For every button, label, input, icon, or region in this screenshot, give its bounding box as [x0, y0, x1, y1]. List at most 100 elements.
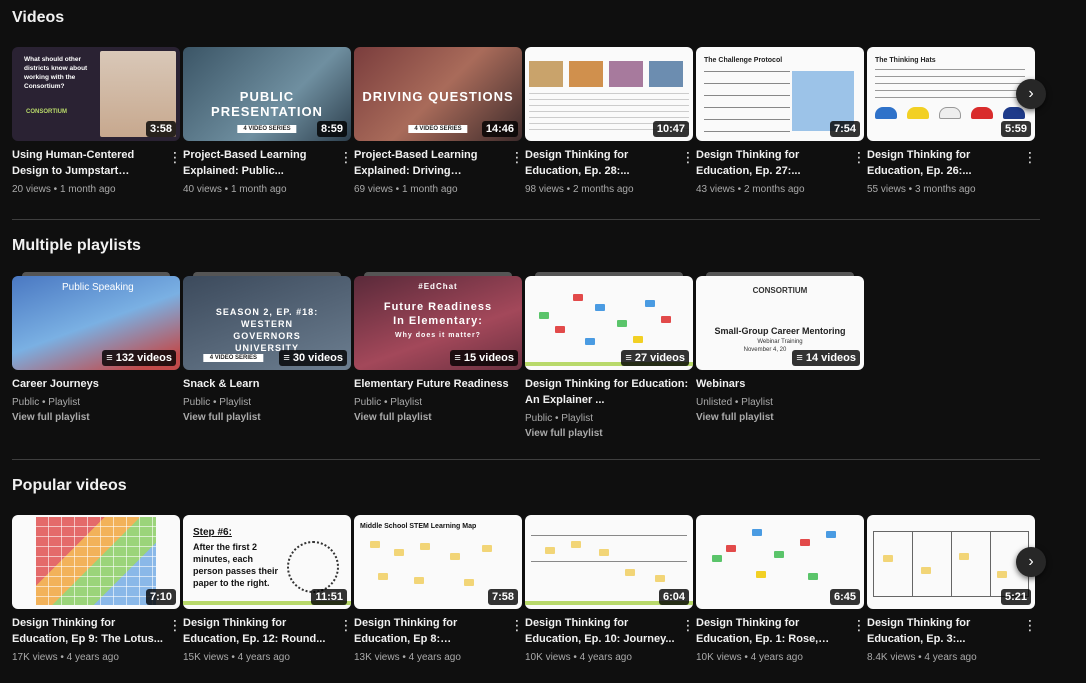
sticky-note: [414, 577, 424, 584]
playlist-title[interactable]: Snack & Learn: [183, 376, 351, 392]
videos-section: Videos What should other districts know …: [12, 8, 1046, 197]
next-arrow-icon[interactable]: ›: [1016, 79, 1046, 109]
sticky-note: [774, 551, 784, 558]
video-card[interactable]: 5:21 Design Thinking for Education, Ep. …: [867, 515, 1037, 665]
video-meta: 10K views • 4 years ago: [525, 652, 632, 663]
playlist-icon: ≡: [625, 352, 632, 364]
playlist-title[interactable]: Elementary Future Readiness: [354, 376, 522, 392]
thumbnail-text: DRIVING QUESTIONS: [362, 89, 514, 104]
playlist-card[interactable]: #EdChat Future Readiness In Elementary: …: [354, 272, 522, 442]
playlist-thumbnail[interactable]: Public Speaking ≡ 132 videos: [12, 272, 180, 370]
view-full-playlist-link[interactable]: View full playlist: [696, 410, 864, 426]
thumbnail-text: The Challenge Protocol: [704, 57, 783, 64]
video-card[interactable]: The Challenge Protocol 7:54 Design Think…: [696, 47, 866, 197]
more-options-icon[interactable]: ⋮: [681, 147, 695, 167]
videos-row: What should other districts know about w…: [12, 47, 1046, 197]
more-options-icon[interactable]: ⋮: [339, 147, 353, 167]
section-title-playlists[interactable]: Multiple playlists: [12, 236, 1040, 260]
video-title[interactable]: Design Thinking for Education, Ep. 1: Ro…: [696, 615, 864, 647]
playlist-cover: ≡ 27 videos: [525, 276, 693, 370]
more-options-icon[interactable]: ⋮: [852, 147, 866, 167]
playlist-icon: ≡: [106, 352, 113, 364]
playlist-card[interactable]: Public Speaking ≡ 132 videos Career Jour…: [12, 272, 180, 442]
more-options-icon[interactable]: ⋮: [510, 615, 524, 635]
playlist-card[interactable]: CONSORTIUM Small-Group Career Mentoring …: [696, 272, 864, 442]
playlist-count-text: 14 videos: [805, 352, 856, 364]
video-thumbnail[interactable]: 7:10: [12, 515, 180, 609]
video-thumbnail[interactable]: 10:47: [525, 47, 693, 141]
video-thumbnail[interactable]: 6:04: [525, 515, 693, 609]
view-full-playlist-link[interactable]: View full playlist: [525, 426, 693, 442]
video-title[interactable]: Project-Based Learning Explained: Drivin…: [354, 147, 522, 179]
video-title[interactable]: Design Thinking for Education, Ep. 3:...: [867, 615, 1035, 647]
playlist-count-text: 27 videos: [634, 352, 685, 364]
more-options-icon[interactable]: ⋮: [852, 615, 866, 635]
video-thumbnail[interactable]: 5:21: [867, 515, 1035, 609]
sticky-note: [555, 326, 565, 333]
video-title[interactable]: Project-Based Learning Explained: Public…: [183, 147, 351, 179]
playlist-meta: Public • Playlist: [12, 397, 80, 408]
video-card[interactable]: DRIVING QUESTIONS 4 VIDEO SERIES 14:46 P…: [354, 47, 524, 197]
playlist-thumbnail[interactable]: ≡ 27 videos: [525, 272, 693, 370]
video-card[interactable]: 6:45 Design Thinking for Education, Ep. …: [696, 515, 866, 665]
view-full-playlist-link[interactable]: View full playlist: [12, 410, 180, 426]
video-card[interactable]: Step #6: After the first 2 minutes, each…: [183, 515, 353, 665]
video-card[interactable]: PUBLIC PRESENTATION 4 VIDEO SERIES 8:59 …: [183, 47, 353, 197]
next-arrow-icon[interactable]: ›: [1016, 547, 1046, 577]
video-card[interactable]: 10:47 Design Thinking for Education, Ep.…: [525, 47, 695, 197]
video-duration: 7:10: [145, 589, 176, 605]
playlist-cover: SEASON 2, EP. #18: WESTERN GOVERNORS UNI…: [183, 276, 351, 370]
series-tag: 4 VIDEO SERIES: [408, 125, 468, 133]
playlist-title[interactable]: Webinars: [696, 376, 864, 392]
playlist-thumbnail[interactable]: #EdChat Future Readiness In Elementary: …: [354, 272, 522, 370]
more-options-icon[interactable]: ⋮: [510, 147, 524, 167]
view-full-playlist-link[interactable]: View full playlist: [183, 410, 351, 426]
video-card[interactable]: 6:04 Design Thinking for Education, Ep. …: [525, 515, 695, 665]
more-options-icon[interactable]: ⋮: [168, 615, 182, 635]
video-title[interactable]: Design Thinking for Education, Ep. 10: J…: [525, 615, 693, 647]
video-title[interactable]: Using Human-Centered Design to Jumpstart…: [12, 147, 180, 179]
video-title[interactable]: Design Thinking for Education, Ep. 27:..…: [696, 147, 864, 179]
video-duration: 6:45: [829, 589, 860, 605]
playlist-card[interactable]: ≡ 27 videos Design Thinking for Educatio…: [525, 272, 693, 442]
video-duration: 7:58: [487, 589, 518, 605]
video-card[interactable]: 7:10 Design Thinking for Education, Ep 9…: [12, 515, 182, 665]
video-card[interactable]: The Thinking Hats 5:59 Design Thinking f…: [867, 47, 1037, 197]
more-options-icon[interactable]: ⋮: [168, 147, 182, 167]
video-title[interactable]: Design Thinking for Education, Ep. 12: R…: [183, 615, 351, 647]
more-options-icon[interactable]: ⋮: [1023, 615, 1037, 635]
playlist-icon: ≡: [454, 352, 461, 364]
sticky-note: [826, 531, 836, 538]
video-thumbnail[interactable]: What should other districts know about w…: [12, 47, 180, 141]
playlist-title[interactable]: Design Thinking for Education: An Explai…: [525, 376, 693, 408]
more-options-icon[interactable]: ⋮: [339, 615, 353, 635]
more-options-icon[interactable]: ⋮: [681, 615, 695, 635]
playlist-title[interactable]: Career Journeys: [12, 376, 180, 392]
video-thumbnail[interactable]: PUBLIC PRESENTATION 4 VIDEO SERIES 8:59: [183, 47, 351, 141]
video-card[interactable]: What should other districts know about w…: [12, 47, 182, 197]
video-title[interactable]: Design Thinking for Education, Ep. 26:..…: [867, 147, 1035, 179]
video-thumbnail[interactable]: DRIVING QUESTIONS 4 VIDEO SERIES 14:46: [354, 47, 522, 141]
video-thumbnail[interactable]: The Challenge Protocol 7:54: [696, 47, 864, 141]
video-title[interactable]: Design Thinking for Education, Ep. 28:..…: [525, 147, 693, 179]
consortium-logo: CONSORTIUM: [26, 109, 67, 115]
video-card[interactable]: Middle School STEM Learning Map 7:58 Des…: [354, 515, 524, 665]
playlist-meta: Unlisted • Playlist: [696, 397, 773, 408]
playlist-card[interactable]: SEASON 2, EP. #18: WESTERN GOVERNORS UNI…: [183, 272, 351, 442]
thumbnail-image: [569, 61, 603, 87]
thumbnail-text: Public Speaking: [62, 282, 134, 293]
video-thumbnail[interactable]: Middle School STEM Learning Map 7:58: [354, 515, 522, 609]
video-thumbnail[interactable]: Step #6: After the first 2 minutes, each…: [183, 515, 351, 609]
view-full-playlist-link[interactable]: View full playlist: [354, 410, 522, 426]
video-thumbnail[interactable]: The Thinking Hats 5:59: [867, 47, 1035, 141]
video-title[interactable]: Design Thinking for Education, Ep 9: The…: [12, 615, 180, 647]
playlist-count: ≡ 14 videos: [792, 350, 860, 366]
playlist-meta: Public • Playlist: [354, 397, 422, 408]
playlist-thumbnail[interactable]: CONSORTIUM Small-Group Career Mentoring …: [696, 272, 864, 370]
video-thumbnail[interactable]: 6:45: [696, 515, 864, 609]
more-options-icon[interactable]: ⋮: [1023, 147, 1037, 167]
video-title[interactable]: Design Thinking for Education, Ep 8: Sta…: [354, 615, 522, 647]
playlist-thumbnail[interactable]: SEASON 2, EP. #18: WESTERN GOVERNORS UNI…: [183, 272, 351, 370]
section-title-videos[interactable]: Videos: [12, 8, 1040, 32]
section-title-popular[interactable]: Popular videos: [12, 476, 1040, 500]
